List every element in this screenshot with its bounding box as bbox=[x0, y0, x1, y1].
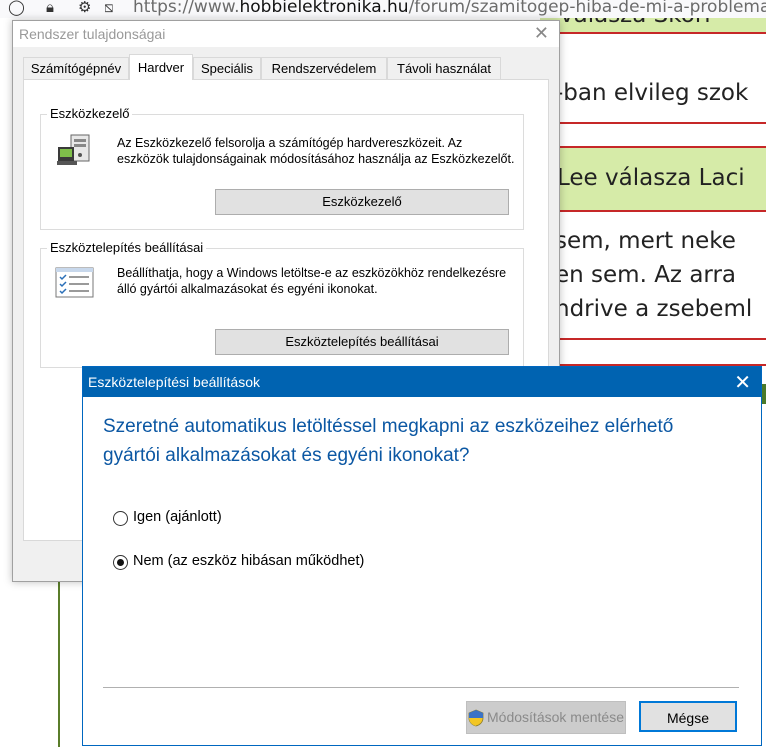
post-header-1: válasza Skori bbox=[540, 18, 766, 34]
tab-system-protection[interactable]: Rendszervédelem bbox=[261, 57, 387, 79]
device-manager-icon bbox=[57, 134, 90, 165]
radio-yes-label[interactable]: Igen (ajánlott) bbox=[133, 509, 222, 525]
sysprops-titlebar[interactable]: Rendszer tulajdonságai ✕ bbox=[13, 21, 559, 47]
radio-button-selected-icon[interactable] bbox=[113, 555, 128, 570]
permissions-icon[interactable]: ⚙︎ bbox=[78, 0, 91, 16]
url-text[interactable]: https://www.hobbielektronika.hu/forum/sz… bbox=[133, 0, 766, 17]
post-divider bbox=[540, 338, 766, 340]
post-text-line: en sem. Az arra bbox=[555, 262, 737, 288]
group-title: Eszközkezelő bbox=[47, 106, 133, 121]
radio-button-icon[interactable] bbox=[113, 511, 128, 526]
lock-icon[interactable]: 🔒︎ bbox=[46, 0, 54, 16]
checklist-icon bbox=[55, 267, 94, 298]
post-divider bbox=[540, 122, 766, 124]
post-text-line: ndrive a zsebeml bbox=[555, 296, 753, 322]
group-title: Eszköztelepítés beállításai bbox=[47, 240, 207, 255]
tab-advanced[interactable]: Speciális bbox=[193, 57, 261, 79]
camera-blocked-icon[interactable]: ⧅ bbox=[104, 0, 114, 16]
uac-shield-icon bbox=[468, 709, 484, 727]
tab-remote[interactable]: Távoli használat bbox=[387, 57, 501, 79]
dialog-title: Eszköztelepítési beállítások bbox=[88, 374, 260, 390]
save-changes-button[interactable]: Módosítások mentése bbox=[466, 701, 626, 734]
post-text-line: sem, mert neke bbox=[555, 228, 736, 254]
tab-computer-name[interactable]: Számítógépnév bbox=[23, 57, 129, 79]
device-manager-button[interactable]: Eszközkezelő bbox=[215, 189, 509, 215]
post-header-2: Lee válasza Laci bbox=[540, 146, 766, 212]
dialog-separator bbox=[103, 687, 739, 688]
dialog-question: Szeretné automatikus letöltéssel megkapn… bbox=[103, 416, 674, 466]
browser-url-bar[interactable]: ◯ 🔒︎ ⚙︎ ⧅ https://www.hobbielektronika.h… bbox=[0, 0, 766, 18]
device-manager-group: Eszközkezelő Az Eszközkezelő felsorolja … bbox=[40, 106, 524, 230]
save-changes-label: Módosítások mentése bbox=[487, 709, 624, 725]
tab-hardware[interactable]: Hardver bbox=[129, 54, 193, 80]
device-manager-description: Az Eszközkezelő felsorolja a számítógép … bbox=[117, 136, 515, 166]
install-settings-group: Eszköztelepítés beállításai Beállíthatja… bbox=[40, 240, 524, 368]
shield-icon[interactable]: ◯ bbox=[8, 0, 25, 16]
radio-no-label[interactable]: Nem (az eszköz hibásan működhet) bbox=[133, 553, 364, 569]
install-settings-button[interactable]: Eszköztelepítés beállításai bbox=[215, 329, 509, 355]
close-icon[interactable]: ✕ bbox=[734, 370, 751, 394]
close-icon[interactable]: ✕ bbox=[534, 23, 549, 44]
device-installation-dialog: Eszköztelepítési beállítások ✕ Szeretné … bbox=[82, 366, 762, 746]
install-settings-description: Beállíthatja, hogy a Windows letöltse-e … bbox=[117, 266, 507, 296]
cancel-button[interactable]: Mégse bbox=[639, 701, 737, 732]
post-text-line: -ban elvileg szok bbox=[555, 80, 749, 106]
sysprops-title: Rendszer tulajdonságai bbox=[19, 26, 166, 42]
dialog-titlebar[interactable]: Eszköztelepítési beállítások ✕ bbox=[83, 367, 761, 397]
